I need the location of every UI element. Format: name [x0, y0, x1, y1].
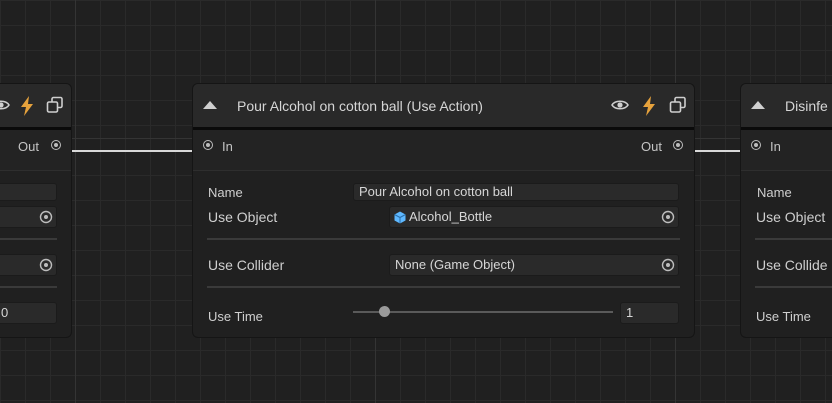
lightning-icon[interactable]	[20, 96, 34, 116]
use-time-label: Use Time	[208, 309, 263, 324]
node-title: Pour Alcohol on cotton ball (Use Action)	[237, 98, 483, 114]
use-time-input[interactable]: 1	[620, 302, 679, 324]
name-field[interactable]	[0, 183, 57, 201]
copy-icon[interactable]	[669, 96, 687, 114]
out-port-icon[interactable]	[673, 140, 683, 150]
left-node-header[interactable]	[0, 84, 71, 130]
copy-icon[interactable]	[46, 96, 64, 114]
use-collider-field[interactable]: None (Game Object)	[389, 254, 679, 276]
separator	[755, 286, 832, 288]
out-port-label: Out	[641, 139, 662, 154]
grid-line	[75, 0, 76, 403]
object-picker-icon[interactable]	[660, 209, 676, 225]
out-port-label: Out	[18, 139, 39, 154]
port-row: In Out	[193, 130, 694, 171]
eye-icon[interactable]	[611, 96, 629, 114]
in-port-label: In	[222, 139, 233, 154]
connection-edge[interactable]	[692, 150, 742, 152]
right-node-header[interactable]: Disinfe	[741, 84, 832, 130]
right-node[interactable]: Disinfe In Name Use Object Use Collide U…	[741, 84, 832, 337]
eye-icon[interactable]	[0, 96, 10, 114]
name-label: Name	[208, 185, 243, 200]
in-port-label: In	[770, 139, 781, 154]
name-field[interactable]: Pour Alcohol on cotton ball	[353, 183, 679, 201]
right-node-port-row: In	[741, 130, 832, 171]
use-collider-field[interactable]	[0, 254, 57, 276]
node-header[interactable]: Pour Alcohol on cotton ball (Use Action)	[193, 84, 694, 130]
name-label: Name	[757, 185, 792, 200]
left-node-port-row: Out	[0, 130, 71, 171]
separator	[0, 238, 57, 240]
left-node[interactable]: Out 0	[0, 84, 71, 337]
use-object-label: Use Object	[756, 209, 826, 225]
collapse-triangle-icon[interactable]	[203, 101, 217, 109]
right-node-title: Disinfe	[785, 98, 828, 114]
separator	[207, 286, 680, 288]
use-object-field[interactable]	[0, 206, 57, 228]
separator	[207, 238, 680, 240]
out-port-icon[interactable]	[51, 140, 61, 150]
object-picker-icon[interactable]	[38, 257, 54, 273]
use-object-label: Use Object	[208, 209, 278, 225]
separator	[755, 238, 832, 240]
lightning-icon[interactable]	[642, 96, 656, 116]
use-time-slider-handle[interactable]	[379, 306, 391, 317]
in-port-icon[interactable]	[203, 140, 213, 150]
collapse-triangle-icon[interactable]	[751, 101, 765, 109]
use-collider-label: Use Collide	[756, 257, 828, 273]
object-picker-icon[interactable]	[660, 257, 676, 273]
connection-edge[interactable]	[64, 150, 194, 152]
use-object-value: Alcohol_Bottle	[409, 209, 493, 224]
use-time-label: Use Time	[756, 309, 811, 324]
use-collider-label: Use Collider	[208, 257, 285, 273]
cube-icon	[394, 211, 406, 224]
in-port-icon[interactable]	[751, 140, 761, 150]
use-object-field[interactable]: Alcohol_Bottle	[389, 206, 679, 228]
use-collider-value: None (Game Object)	[395, 257, 515, 272]
separator	[0, 286, 57, 288]
use-time-slider-track[interactable]	[353, 311, 613, 313]
use-time-field[interactable]: 0	[0, 302, 57, 324]
use-action-node[interactable]: Pour Alcohol on cotton ball (Use Action)…	[193, 84, 694, 337]
object-picker-icon[interactable]	[38, 209, 54, 225]
